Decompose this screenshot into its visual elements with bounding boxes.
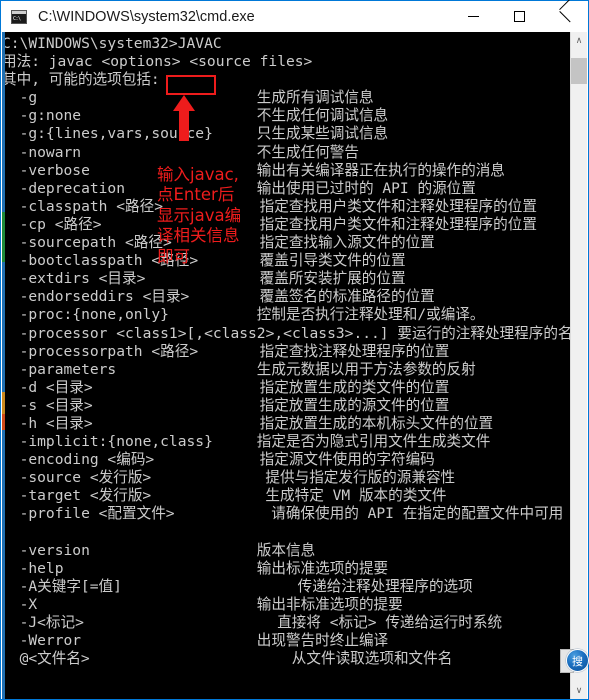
close-icon	[559, 10, 572, 23]
edge-artifact-4	[2, 392, 5, 414]
floating-search-widget[interactable]: 搜	[560, 647, 589, 675]
scrollbar-thumb[interactable]	[571, 58, 587, 84]
minimize-icon	[467, 15, 479, 17]
console-output-area[interactable]: C:\WINDOWS\system32>JAVAC 用法: javac <opt…	[2, 32, 572, 699]
edge-artifact-1	[2, 32, 5, 212]
red-up-arrow-icon	[173, 95, 195, 141]
annotation-highlight-box	[166, 75, 216, 95]
minimize-button[interactable]	[450, 1, 496, 32]
search-ball-icon[interactable]: 搜	[566, 649, 589, 672]
console-scrollbar[interactable]: ∧ ∨	[570, 32, 587, 699]
scroll-down-button[interactable]: ∨	[571, 682, 587, 699]
cmd-icon-label: C:\	[13, 15, 21, 22]
console-text: C:\WINDOWS\system32>JAVAC 用法: javac <opt…	[2, 35, 572, 668]
annotation-note-text: 输入javac, 点Enter后 显示java编 译相关信息 即可	[157, 164, 242, 266]
edge-artifact-5	[2, 414, 5, 430]
close-button[interactable]	[542, 1, 588, 32]
cmd-icon: C:\	[11, 9, 27, 24]
scroll-up-button[interactable]: ∧	[571, 32, 587, 49]
cmd-window: C:\ C:\WINDOWS\system32\cmd.exe C:\WINDO…	[0, 0, 589, 700]
maximize-icon	[513, 11, 525, 22]
maximize-button[interactable]	[496, 1, 542, 32]
edge-artifact-3	[2, 262, 5, 392]
title-bar[interactable]: C:\ C:\WINDOWS\system32\cmd.exe	[1, 1, 588, 32]
window-title: C:\WINDOWS\system32\cmd.exe	[38, 8, 255, 25]
edge-artifact-6	[2, 430, 5, 699]
edge-artifact-2	[2, 212, 5, 262]
